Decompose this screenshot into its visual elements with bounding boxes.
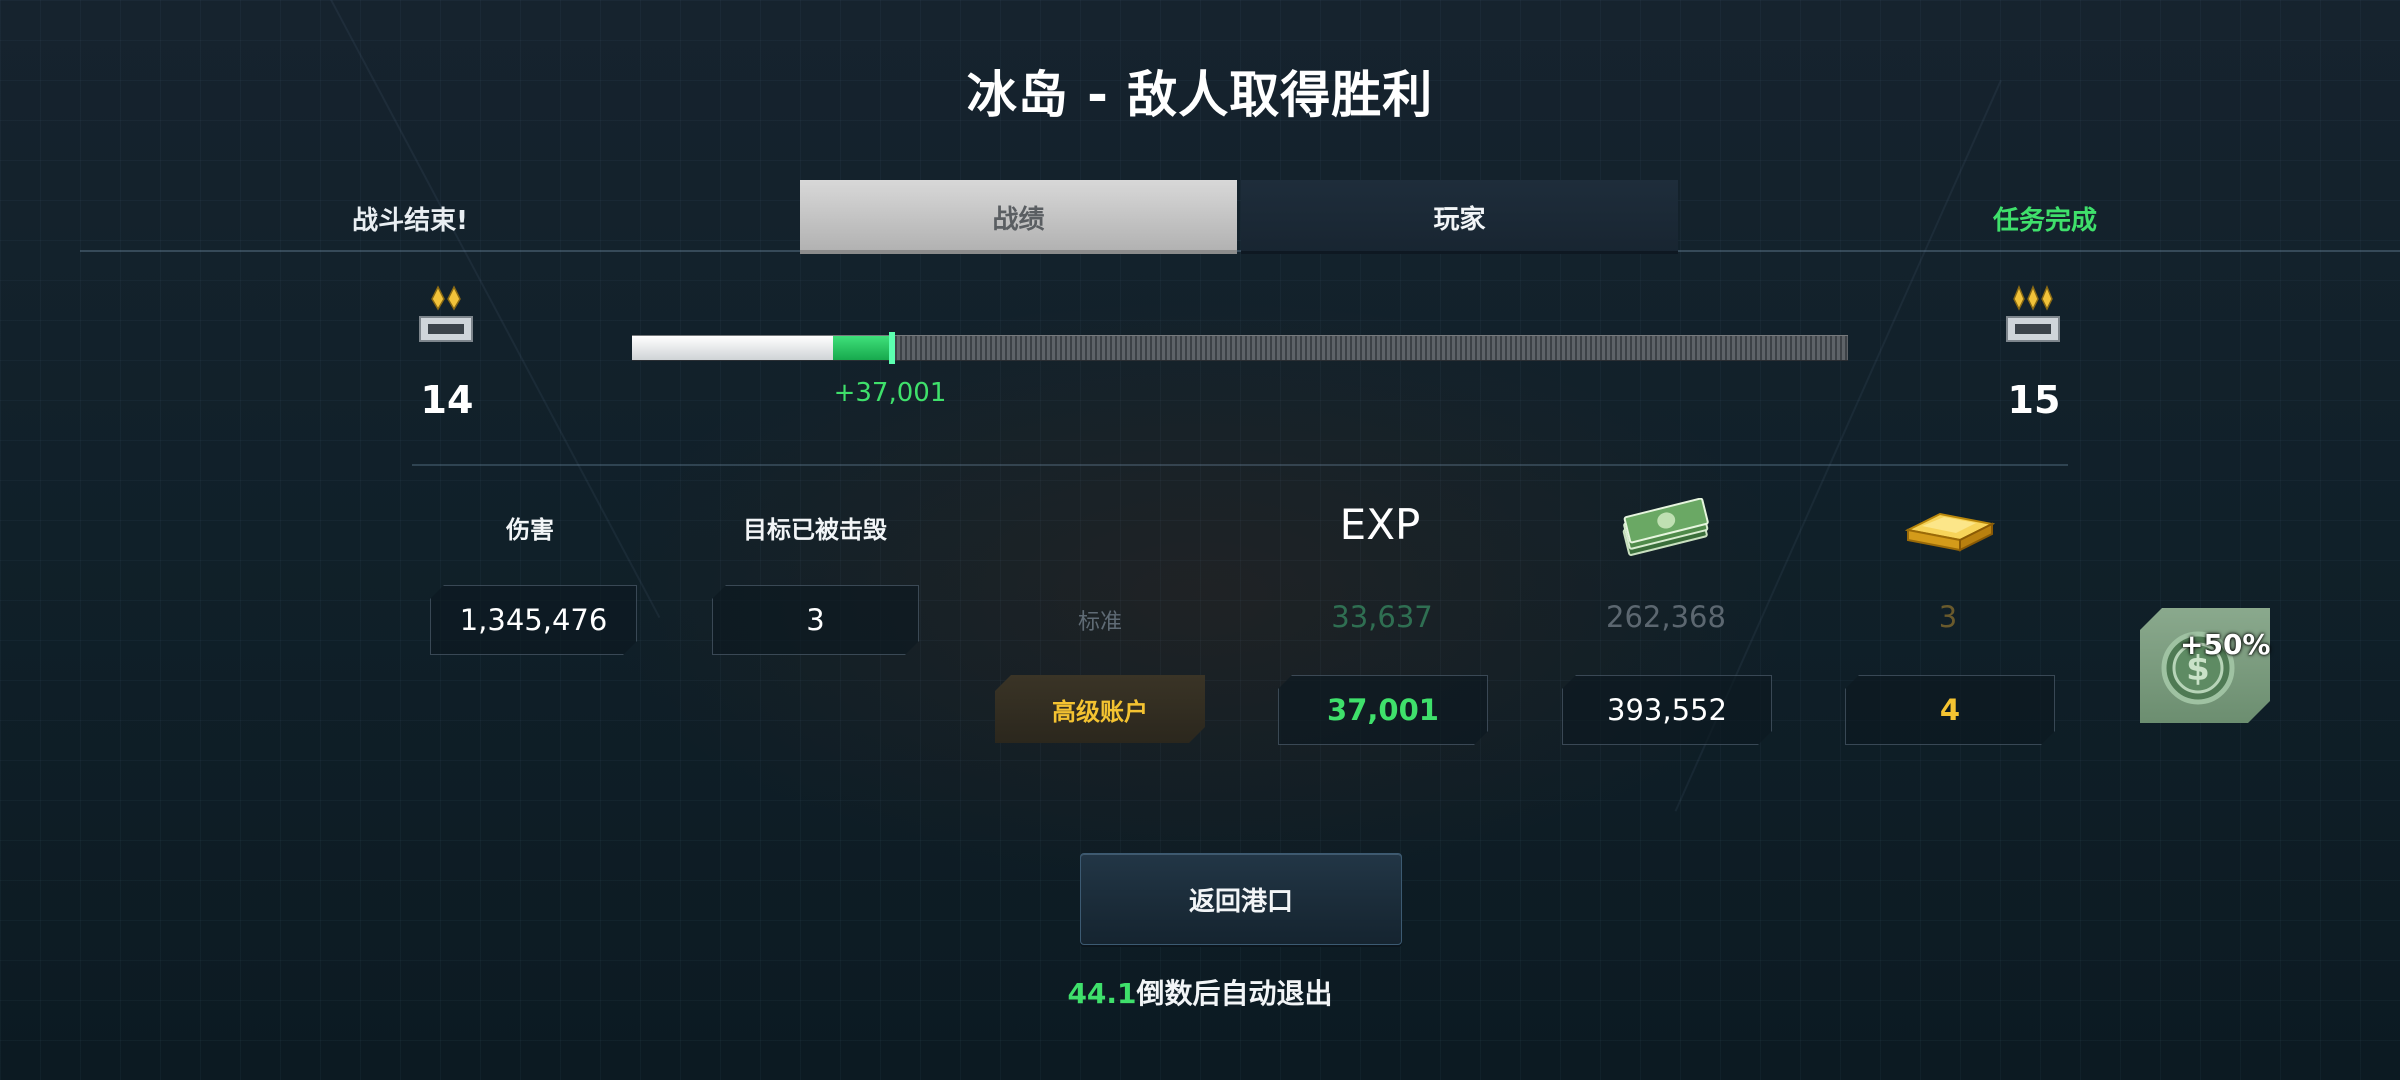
page-title: 冰岛 - 敌人取得胜利 xyxy=(966,66,1434,124)
current-rank: 14 xyxy=(420,378,474,422)
progress-marker xyxy=(889,332,895,364)
standard-exp: 33,637 xyxy=(1331,600,1433,634)
header-divider xyxy=(80,250,2400,252)
premium-exp: 37,001 xyxy=(1278,675,1488,745)
return-to-port-button[interactable]: 返回港口 xyxy=(1080,853,1402,945)
premium-account-label: 高级账户 xyxy=(995,675,1205,743)
premium-bonus-badge: $ xyxy=(2140,608,2270,723)
mission-status: 任务完成 xyxy=(1992,206,2097,236)
standard-row-label: 标准 xyxy=(1077,610,1122,635)
gold-bar-icon xyxy=(1904,512,1996,552)
rank-insignia-icon xyxy=(419,285,473,342)
battle-status: 战斗结束! xyxy=(352,206,468,236)
premium-bonus-percent: +50% xyxy=(2180,628,2271,661)
premium-credits: 393,552 xyxy=(1562,675,1772,745)
destroyed-label: 目标已被击毁 xyxy=(743,516,887,544)
rank-progress-bar xyxy=(632,332,1848,364)
damage-label: 伤害 xyxy=(506,516,554,544)
exp-gain-label: +37,001 xyxy=(833,378,947,408)
standard-credits: 262,368 xyxy=(1606,600,1726,634)
damage-value: 1,345,476 xyxy=(430,585,637,655)
rank-insignia-icon xyxy=(2006,285,2060,342)
progress-gain-fill xyxy=(833,336,893,360)
section-divider xyxy=(412,464,2068,466)
destroyed-value: 3 xyxy=(712,585,919,655)
tab-stats[interactable]: 战绩 xyxy=(800,180,1237,254)
credits-icon xyxy=(1622,498,1709,556)
exp-header: EXP xyxy=(1339,500,1421,549)
standard-gold: 3 xyxy=(1938,600,1958,634)
countdown-text: 倒数后自动退出 xyxy=(1136,977,1333,1010)
tab-players[interactable]: 玩家 xyxy=(1241,180,1678,254)
auto-exit-countdown: 44.1倒数后自动退出 xyxy=(0,972,2400,1012)
progress-previous-fill xyxy=(632,336,833,360)
next-rank: 15 xyxy=(2007,378,2061,422)
countdown-seconds: 44.1 xyxy=(1067,977,1137,1010)
premium-gold: 4 xyxy=(1845,675,2055,745)
